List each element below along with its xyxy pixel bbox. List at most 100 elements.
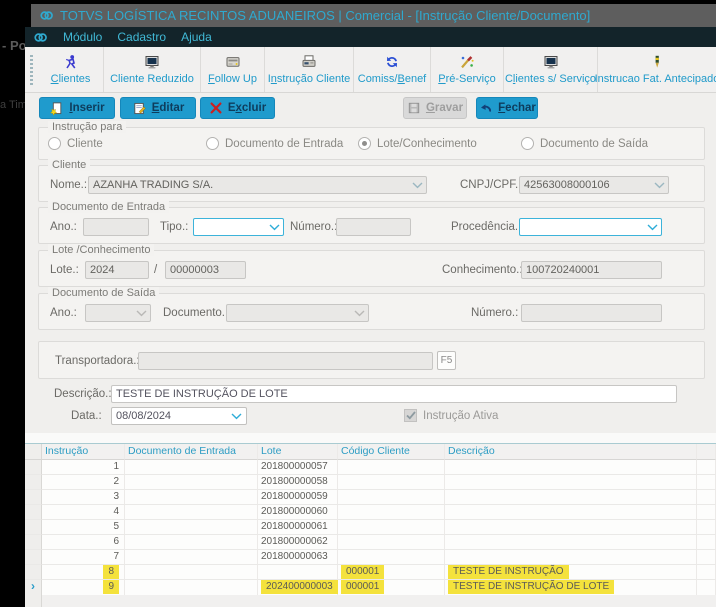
grid-row[interactable]: 1 201800000057: [25, 460, 716, 475]
save-icon: [407, 101, 421, 115]
grid-cell-descricao: [445, 535, 697, 550]
group-label: Documento de Saída: [48, 287, 160, 299]
toolbar-item-clientes[interactable]: Clientes: [38, 47, 104, 92]
menu-item-cadastro[interactable]: Cadastro: [117, 30, 166, 44]
toolbar-item-instruc-a-o-cliente[interactable]: Instrução Cliente: [265, 47, 354, 92]
conhecimento-input[interactable]: 100720240001: [521, 261, 662, 279]
toolbar-drag-handle[interactable]: [30, 55, 33, 85]
desktop: { "colors": { "accent": "#1f9bcd", "titl…: [0, 0, 716, 607]
tipo-combobox[interactable]: [193, 218, 284, 236]
grid-cell-extra: [697, 490, 716, 505]
fechar-button[interactable]: Fechar: [476, 97, 538, 119]
ano-input[interactable]: [83, 218, 149, 236]
lote-numero-input[interactable]: 00000003: [165, 261, 246, 279]
ano-label: Ano.:: [50, 221, 77, 233]
totvs-logo-icon: [39, 8, 54, 23]
background-window-text: - Po: [2, 38, 27, 53]
chevron-down-icon[interactable]: [136, 310, 147, 317]
grid-cell-codigo: [338, 520, 445, 535]
group-documento-saida: Documento de Saída Ano.: Documento.: Núm…: [38, 287, 705, 330]
instrucao-ativa-checkbox[interactable]: [404, 409, 417, 422]
numero-label: Número.:: [290, 221, 338, 233]
inserir-button[interactable]: Inserir: [39, 97, 115, 119]
grid-cell-extra: [697, 580, 716, 596]
toolbar-item-instrucao-fat-antecipado[interactable]: Instrucao Fat. Antecipado: [595, 47, 716, 92]
toolbar-item-cliente-reduzido[interactable]: Cliente Reduzido: [104, 47, 201, 92]
grid-cell-lote: [258, 565, 338, 580]
grid-cell-codigo: [338, 460, 445, 475]
chevron-down-icon[interactable]: [269, 224, 280, 231]
grid-row[interactable]: 7 201800000063: [25, 550, 716, 565]
radio-circle[interactable]: [521, 137, 534, 150]
nome-combobox[interactable]: AZANHA TRADING S/A.: [88, 176, 427, 194]
toolbar-item-label: Clientes: [50, 73, 91, 85]
grid-column-header-lote[interactable]: Lote: [258, 444, 338, 460]
toolbar-item-clientes-s-servic-o[interactable]: Clientes s/ Serviço: [504, 47, 598, 92]
lote-label: Lote.:: [50, 264, 79, 276]
group-label: Lote /Conhecimento: [48, 244, 155, 256]
numero-saida-input[interactable]: [521, 304, 662, 322]
toolbar-item-pre-servic-o[interactable]: Pré-Serviço: [431, 47, 504, 92]
lote-ano-input[interactable]: 2024: [85, 261, 149, 279]
data-combobox[interactable]: 08/08/2024: [111, 407, 247, 425]
group-instrucao-para: Instrução para Cliente Documento de Entra…: [38, 121, 705, 160]
group-documento-entrada: Documento de Entrada Ano.: Tipo.: Número…: [38, 201, 705, 244]
grid-row[interactable]: 5 201800000061: [25, 520, 716, 535]
menu-item-mo-dulo[interactable]: Módulo: [63, 30, 102, 44]
grid-cell-codigo: [338, 475, 445, 490]
excluir-button[interactable]: Excluir: [200, 97, 275, 119]
toolbar-item-follow-up[interactable]: Follow Up: [201, 47, 265, 92]
grid-cell-codigo: [338, 490, 445, 505]
radio-circle[interactable]: [358, 137, 371, 150]
grid-cell-instrucao: 1: [42, 460, 125, 475]
grid-row[interactable]: 4 201800000060: [25, 505, 716, 520]
button-label: Fechar: [498, 102, 536, 114]
radio-circle[interactable]: [206, 137, 219, 150]
numero-input[interactable]: [336, 218, 411, 236]
monitor-icon: [543, 54, 559, 70]
delete-icon: [209, 101, 223, 115]
gravar-button: Gravar: [403, 97, 467, 119]
grid-cell-codigo: 000001: [338, 580, 445, 596]
transportadora-input[interactable]: [138, 352, 433, 370]
chevron-down-icon[interactable]: [354, 310, 365, 317]
toolbar-items: Clientes Cliente Reduzido Follow Up Instruç…: [38, 47, 716, 92]
tipo-label: Tipo.:: [160, 221, 189, 233]
f5-lookup-button[interactable]: F5: [437, 351, 456, 370]
procedencia-combobox[interactable]: [519, 218, 662, 236]
editar-button[interactable]: Editar: [120, 97, 196, 119]
documento-saida-combobox[interactable]: [226, 304, 369, 322]
grid-cell-descricao: [445, 475, 697, 490]
radio-circle[interactable]: [48, 137, 61, 150]
chevron-down-icon[interactable]: [647, 224, 658, 231]
grid-row-indicator-header: [25, 444, 42, 460]
grid-column-header-documento-de-entrada[interactable]: Documento de Entrada: [125, 444, 258, 460]
toolbar-item-comiss-benef[interactable]: Comiss/Benef: [354, 47, 431, 92]
grid-cell-doc_entrada: [125, 580, 258, 596]
chevron-down-icon[interactable]: [654, 182, 665, 189]
grid-row[interactable]: 3 201800000059: [25, 490, 716, 505]
group-label: Cliente: [48, 159, 91, 171]
grid-row[interactable]: › 9 202400000003 000001 TESTE DE INSTRUÇÃO D…: [25, 580, 716, 596]
chevron-down-icon[interactable]: [231, 413, 242, 420]
descricao-input[interactable]: TESTE DE INSTRUÇÃO DE LOTE: [111, 385, 677, 403]
numero-saida-label: Número.:: [471, 307, 519, 319]
cnpj-combobox[interactable]: 42563008000106: [519, 176, 669, 194]
ano-saida-combobox[interactable]: [85, 304, 151, 322]
grid-column-header-instruc-a-o[interactable]: Instrução: [42, 444, 125, 460]
conhecimento-label: Conhecimento.:: [442, 264, 523, 276]
radio-label: Documento de Saída: [540, 138, 649, 150]
grid-row[interactable]: 2 201800000058: [25, 475, 716, 490]
radio-label: Documento de Entrada: [225, 138, 344, 150]
grid-row[interactable]: 8 000001 TESTE DE INSTRUÇÃO: [25, 565, 716, 580]
totvs-logo-icon[interactable]: [33, 30, 48, 45]
grid-cell-codigo: 000001: [338, 565, 445, 580]
chevron-down-icon[interactable]: [412, 182, 423, 189]
transportadora-label: Transportadora.:: [55, 355, 140, 367]
menu-item-ajuda[interactable]: Ajuda: [181, 30, 212, 44]
grid-column-header-descric-a-o[interactable]: Descrição: [445, 444, 697, 460]
grid-column-header-co-digo-cliente[interactable]: Código Cliente: [338, 444, 445, 460]
data-label: Data.:: [71, 410, 102, 422]
grid-row[interactable]: 6 201800000062: [25, 535, 716, 550]
grid-cell-extra: [697, 475, 716, 490]
